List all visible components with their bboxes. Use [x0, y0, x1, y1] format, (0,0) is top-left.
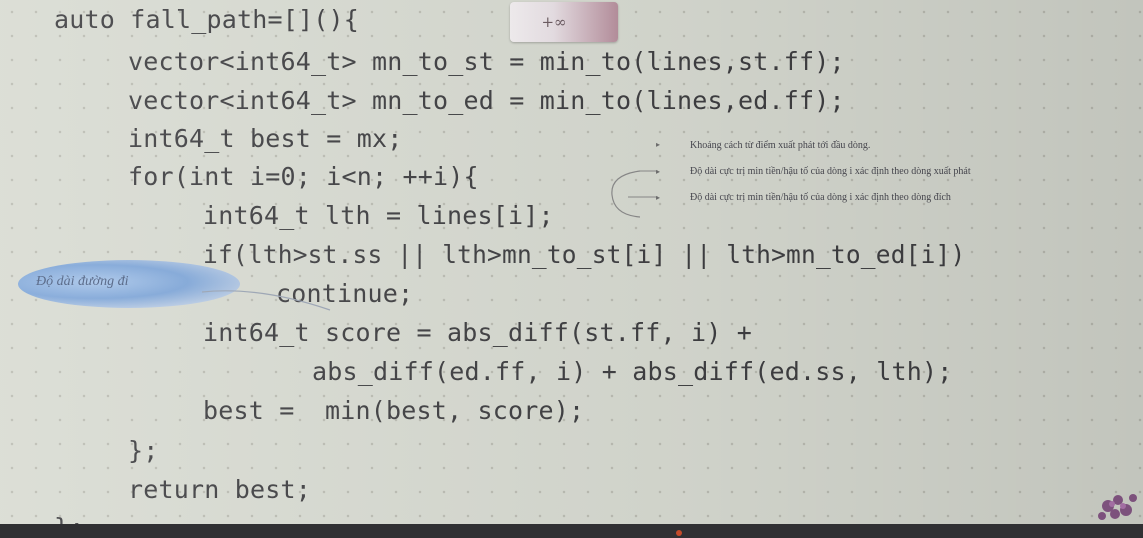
- note-bullet-icon: ▸: [656, 193, 661, 202]
- code-line-7: if(lth>st.ss || lth>mn_to_st[i] || lth>m…: [203, 240, 966, 269]
- record-indicator-icon: [676, 530, 682, 536]
- code-line-4: int64_t best = mx;: [128, 124, 403, 153]
- infinity-badge-text: +∞: [541, 13, 567, 31]
- code-line-3: vector<int64_t> mn_to_ed = min_to(lines,…: [128, 86, 845, 115]
- note-min-end: Độ dài cực trị min tiền/hậu tố của dòng …: [690, 192, 951, 203]
- bottom-bar: [0, 524, 1143, 538]
- code-line-14: };: [54, 513, 85, 524]
- code-line-6: int64_t lth = lines[i];: [203, 201, 554, 230]
- code-line-13: return best;: [128, 475, 312, 504]
- code-line-2: vector<int64_t> mn_to_st = min_to(lines,…: [128, 47, 845, 76]
- code-slide: auto fall_path=[](){ vector<int64_t> mn_…: [0, 0, 1143, 524]
- code-line-10: abs_diff(ed.ff, i) + abs_diff(ed.ss, lth…: [312, 357, 953, 386]
- infinity-badge: +∞: [510, 2, 618, 42]
- code-line-12: };: [128, 436, 159, 465]
- note-bullet-icon: ▸: [656, 167, 661, 176]
- code-line-9: int64_t score = abs_diff(st.ff, i) +: [203, 318, 753, 347]
- note-bullet-icon: ▸: [656, 140, 661, 149]
- bracket-curve: [611, 170, 641, 218]
- code-line-5: for(int i=0; i<n; ++i){: [128, 162, 479, 191]
- note-min-start: Độ dài cực trị min tiền/hậu tố của dòng …: [690, 166, 971, 177]
- note-distance: Khoảng cách từ điểm xuất phát tới đầu dò…: [690, 140, 871, 151]
- code-line-1: auto fall_path=[](){: [54, 5, 360, 34]
- code-line-11: best = min(best, score);: [203, 396, 585, 425]
- annotation-connectors: [611, 170, 658, 218]
- path-length-callout-text: Độ dài đường đi: [36, 274, 129, 289]
- flower-decoration-icon: [1098, 494, 1137, 520]
- callout-tail: [201, 290, 331, 311]
